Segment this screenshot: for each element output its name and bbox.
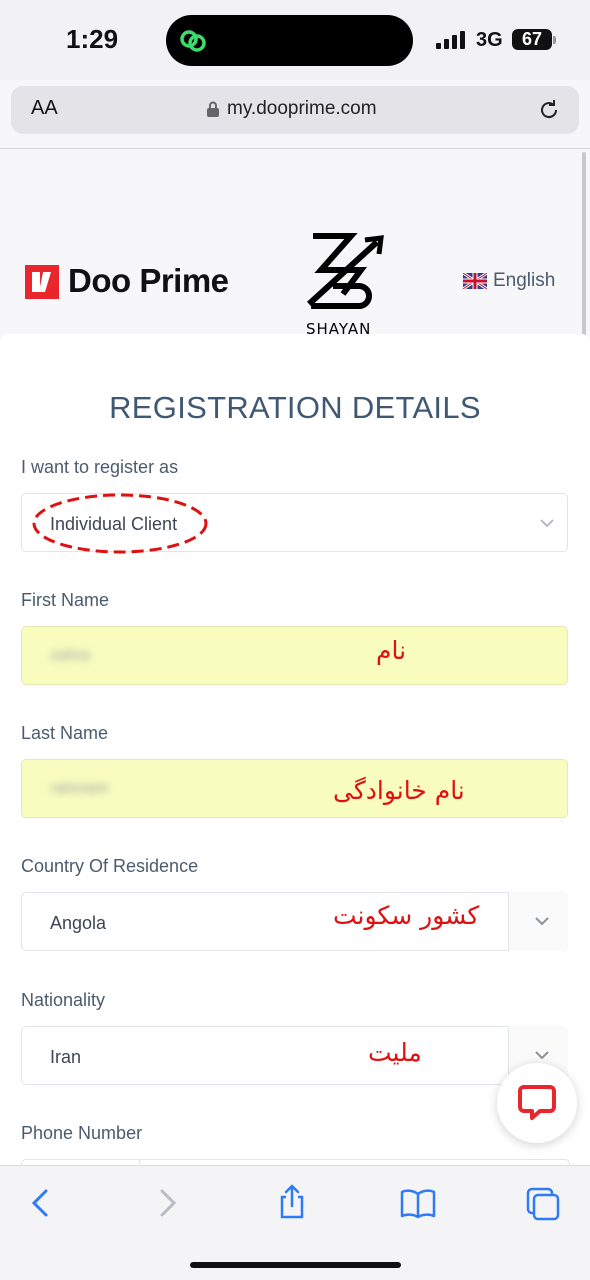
first-name-field[interactable]: zahra <box>21 626 568 685</box>
last-name-annotation: نام خانوادگی <box>333 776 465 805</box>
chevron-down-icon <box>535 1051 549 1060</box>
home-indicator <box>190 1262 401 1268</box>
country-annotation: کشور سکونت <box>333 901 480 930</box>
url-text[interactable]: my.dooprime.com <box>227 98 377 120</box>
nationality-select[interactable]: Iran <box>21 1026 568 1085</box>
battery-tip <box>553 36 556 44</box>
country-dropdown-toggle[interactable] <box>508 892 568 951</box>
first-name-value: zahra <box>50 647 91 664</box>
nationality-value: Iran <box>50 1047 82 1067</box>
status-time: 1:29 <box>66 24 119 54</box>
brand-name: Doo Prime <box>68 262 229 299</box>
battery-level: 67 <box>512 29 552 50</box>
divider <box>0 148 590 149</box>
share-icon[interactable] <box>274 1184 310 1220</box>
live-chat-button[interactable] <box>497 1063 577 1143</box>
reload-icon[interactable] <box>537 98 561 122</box>
address-bar[interactable]: AA my.dooprime.com <box>11 86 579 134</box>
register-as-label: I want to register as <box>21 457 179 477</box>
chevron-down-icon <box>540 519 554 528</box>
red-dashed-oval-annotation <box>32 493 208 554</box>
first-name-label: First Name <box>21 590 110 610</box>
nationality-annotation: ملیت <box>368 1038 422 1067</box>
uk-flag-icon[interactable] <box>463 273 487 289</box>
last-name-value: rahmani <box>50 780 108 797</box>
country-value: Angola <box>50 913 107 933</box>
language-selector[interactable]: English <box>493 270 555 292</box>
back-icon[interactable] <box>22 1185 58 1221</box>
page-title: REGISTRATION DETAILS <box>109 390 481 425</box>
phone-label: Phone Number <box>21 1123 143 1143</box>
tabs-icon[interactable] <box>525 1186 561 1222</box>
last-name-field[interactable]: rahmani <box>21 759 568 818</box>
signal-icon <box>436 31 465 49</box>
chevron-down-icon <box>535 917 549 926</box>
last-name-label: Last Name <box>21 723 109 743</box>
text-size-button[interactable]: AA <box>31 97 58 120</box>
chat-icon <box>518 1085 556 1120</box>
shayan-watermark: SHAYAN <box>306 233 384 338</box>
country-select[interactable]: Angola <box>21 892 568 951</box>
green-link-icon <box>180 30 206 52</box>
dynamic-island <box>166 15 413 66</box>
bookmarks-icon[interactable] <box>400 1186 436 1222</box>
first-name-annotation: نام <box>376 636 407 665</box>
nationality-label: Nationality <box>21 990 106 1010</box>
forward-icon[interactable] <box>150 1185 186 1221</box>
lock-icon <box>207 101 219 117</box>
doo-prime-logo-icon <box>25 265 59 299</box>
country-label: Country Of Residence <box>21 856 199 876</box>
network-type: 3G <box>476 29 503 51</box>
